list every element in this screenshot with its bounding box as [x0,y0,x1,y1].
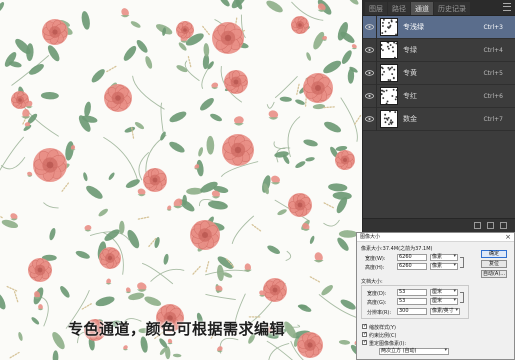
width-label: 宽度(W): [365,256,386,262]
document-link-icon [460,292,464,303]
pixel-height-input[interactable]: 6260 [397,263,427,270]
doc-height-unit-select[interactable]: 厘米 [430,298,458,305]
doc-width-unit-select[interactable]: 厘米 [430,289,458,296]
caption-text: 专色通道，颜色可根据需求编辑 [68,320,286,338]
channel-row[interactable]: 专浅绿 Ctrl+3 [363,15,515,39]
channel-name: 数金 [403,115,417,123]
channel-row[interactable]: 专黄 Ctrl+5 [363,61,515,85]
resample-label: 重定图像像素(I): [369,341,407,347]
channel-shortcut: Ctrl+4 [483,46,503,54]
reset-button[interactable]: 复位 [481,260,507,268]
delete-channel-icon[interactable] [500,222,507,229]
visibility-eye-icon[interactable] [363,107,377,131]
resample-checkbox[interactable] [362,339,367,345]
channels-panel: 图层 路径 通道 历史记录 专浅绿 Ctrl+3 专绿 Ctrl+4 专黄 Ctrl+5 专… [362,0,515,232]
dialog-title: 图像大小 [357,233,514,242]
channel-row[interactable]: 专绿 Ctrl+4 [363,38,515,62]
height-label: 高度(H): [365,265,385,271]
channel-thumbnail [380,87,398,105]
tab-layers[interactable]: 图层 [365,2,387,15]
tab-channels[interactable]: 通道 [411,2,433,15]
channel-name: 专红 [403,92,417,100]
channel-thumbnail [380,64,398,82]
resolution-label: 分辨率(R): [367,310,392,316]
channel-list: 专浅绿 Ctrl+3 专绿 Ctrl+4 专黄 Ctrl+5 专红 Ctrl+6 数金 Ctrl+… [363,15,515,131]
channel-row[interactable]: 数金 Ctrl+7 [363,107,515,131]
image-size-dialog: 图像大小 × 像素大小:37.4M(之前为37.1M) 宽度(W): 6260 … [356,232,515,360]
panel-tab-strip: 图层 路径 通道 历史记录 [363,0,515,16]
channel-row[interactable]: 专红 Ctrl+6 [363,84,515,108]
constrain-proportions-checkbox[interactable] [362,331,367,337]
channel-name: 专绿 [403,46,417,54]
resolution-input[interactable]: 300 [397,308,427,315]
ok-button[interactable]: 确定 [481,250,507,258]
doc-width-label: 宽度(D): [367,291,387,297]
scale-styles-label: 缩放样式(Y) [369,325,396,331]
doc-height-input[interactable]: 53 [397,298,427,305]
pixel-height-unit-select[interactable]: 像素 [430,263,458,270]
channel-shortcut: Ctrl+3 [483,23,503,31]
tab-history[interactable]: 历史记录 [434,2,470,15]
channel-name: 专浅绿 [403,23,424,31]
resample-method-select[interactable]: 两次立方 (自动) [379,348,449,355]
visibility-eye-icon[interactable] [363,15,377,39]
channel-thumbnail [380,41,398,59]
channel-shortcut: Ctrl+5 [483,69,503,77]
auto-button[interactable]: 自动(A)... [481,270,507,278]
resolution-unit-select[interactable]: 像素/英寸 [430,308,460,315]
doc-width-input[interactable]: 53 [397,289,427,296]
panel-menu-icon[interactable] [503,2,511,12]
channel-thumbnail [380,110,398,128]
new-channel-icon[interactable] [487,222,494,229]
pixel-width-input[interactable]: 6260 [397,254,427,261]
channel-shortcut: Ctrl+6 [483,92,503,100]
visibility-eye-icon[interactable] [363,84,377,108]
scale-styles-checkbox[interactable] [362,323,367,329]
channel-list-empty-area [363,133,515,218]
panel-footer [363,218,515,232]
visibility-eye-icon[interactable] [363,38,377,62]
channel-shortcut: Ctrl+7 [483,115,503,123]
pixel-dimensions-label: 像素大小:37.4M(之前为37.1M) [361,246,433,252]
pixel-width-unit-select[interactable]: 像素 [430,254,458,261]
constrain-proportions-label: 约束比例(C) [369,333,397,339]
channel-thumbnail [380,18,398,36]
doc-height-label: 高度(G): [367,300,387,306]
load-selection-icon[interactable] [474,222,481,229]
close-icon[interactable]: × [505,233,511,241]
visibility-eye-icon[interactable] [363,61,377,85]
pixel-link-icon [460,257,464,268]
tab-paths[interactable]: 路径 [388,2,410,15]
channel-name: 专黄 [403,69,417,77]
document-size-label: 文档大小: [361,279,383,285]
